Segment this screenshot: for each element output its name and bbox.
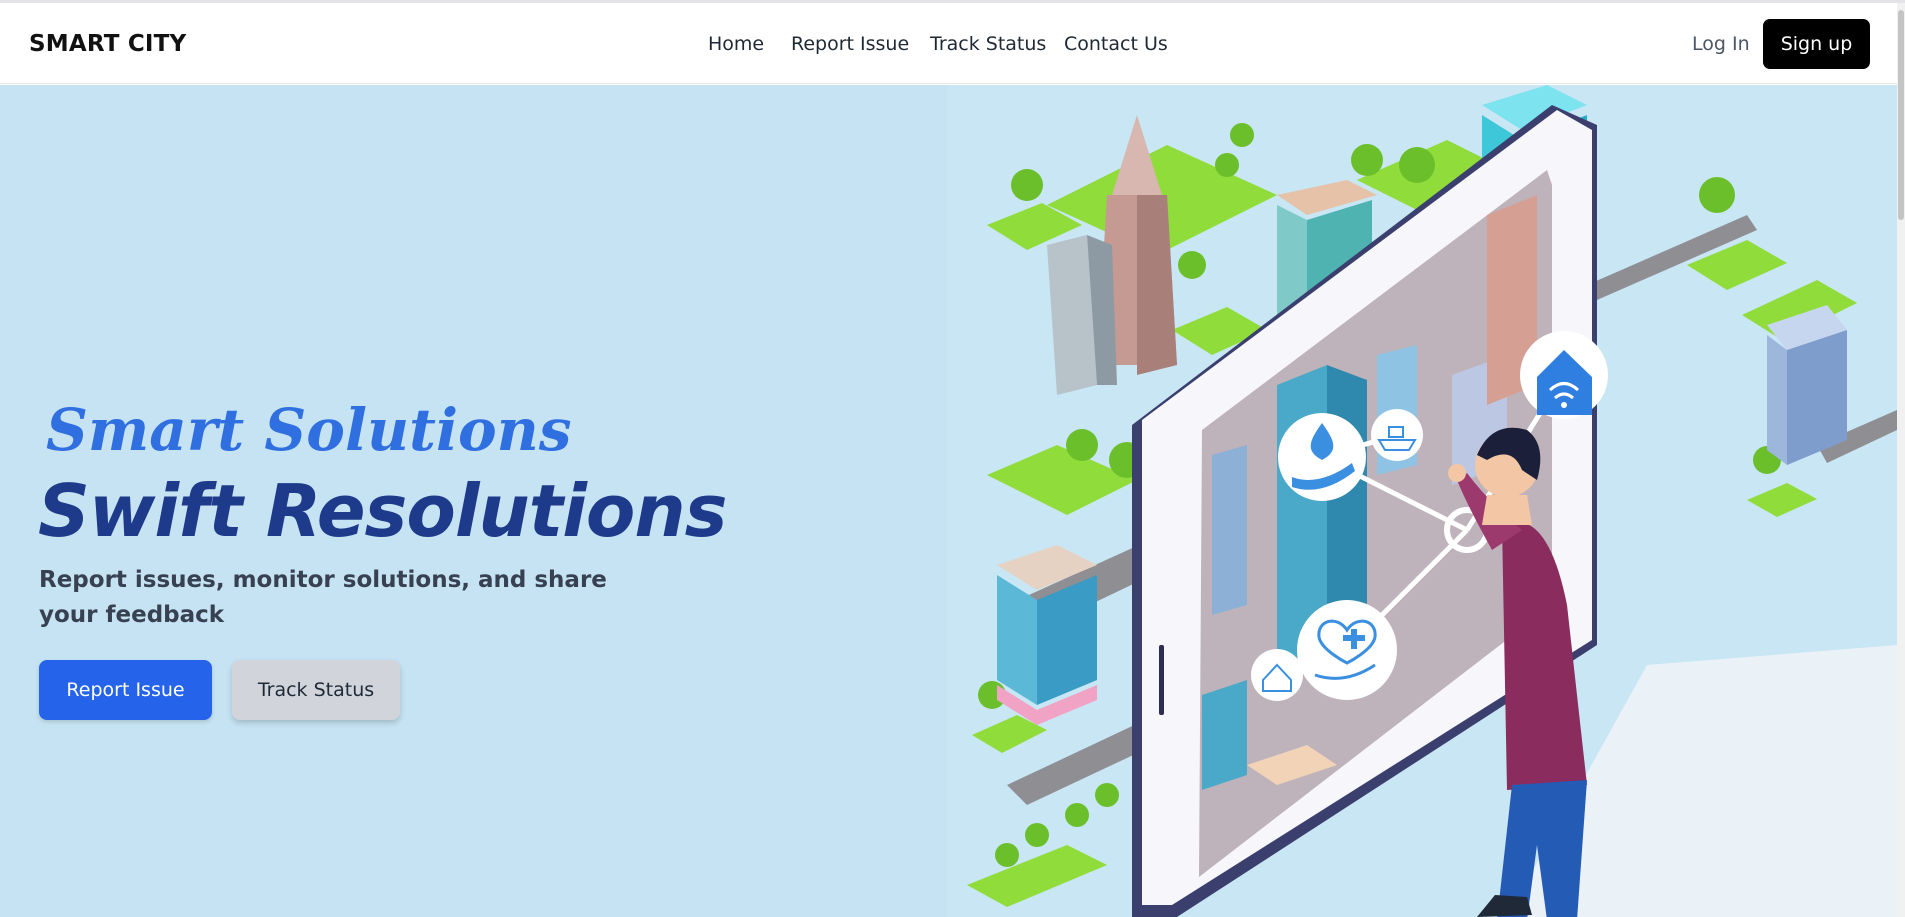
page-scrollbar-thumb[interactable] xyxy=(1898,10,1904,220)
health-care-hand-icon xyxy=(1297,600,1397,700)
nav-home[interactable]: Home xyxy=(708,33,764,55)
login-link[interactable]: Log In xyxy=(1692,33,1750,55)
nav-track-status[interactable]: Track Status xyxy=(930,33,1046,55)
water-drop-hand-icon xyxy=(1278,413,1366,501)
navbar: SMART CITY Home Report Issue Track Statu… xyxy=(0,3,1905,84)
track-status-button[interactable]: Track Status xyxy=(232,660,400,720)
nav-report-issue[interactable]: Report Issue xyxy=(791,33,909,55)
smart-city-illustration xyxy=(947,85,1897,917)
hero-subtitle: Report issues, monitor solutions, and sh… xyxy=(39,567,607,628)
report-issue-button[interactable]: Report Issue xyxy=(39,660,212,720)
signup-button[interactable]: Sign up xyxy=(1763,19,1870,69)
hero-section: Smart Solutions Swift Resolutions Report… xyxy=(0,85,1897,917)
ship-icon xyxy=(1371,409,1423,461)
wifi-home-icon xyxy=(1520,331,1608,419)
hero-headline-primary: Smart Solutions xyxy=(46,396,572,464)
main-nav: Home Report Issue Track Status Contact U… xyxy=(0,33,1905,63)
smart-home-icon xyxy=(1251,649,1303,701)
nav-contact-us[interactable]: Contact Us xyxy=(1064,33,1168,55)
hero-headline-secondary: Swift Resolutions xyxy=(38,469,727,553)
